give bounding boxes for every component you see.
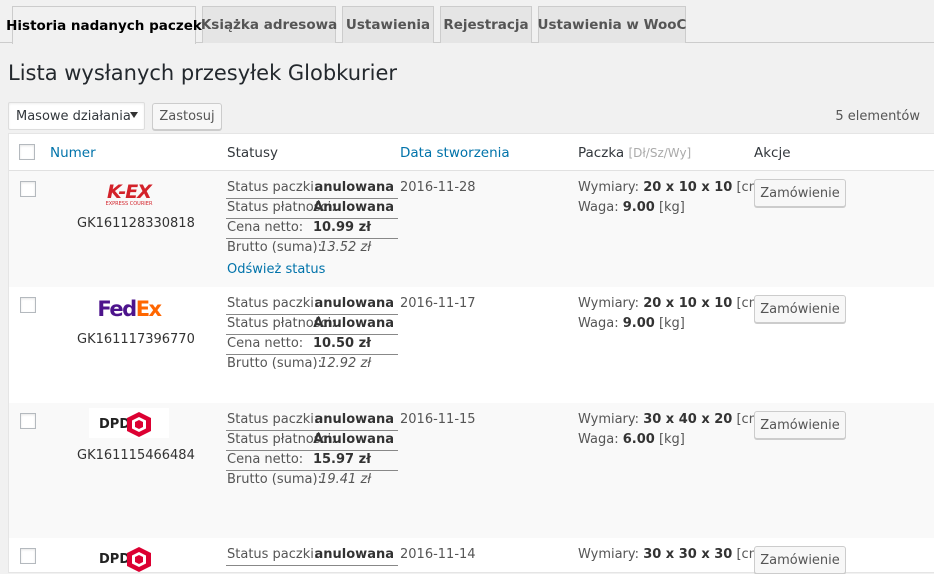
package-status: Status paczki: anulowana: [226, 179, 398, 199]
package-status: Status paczki: anulowana: [226, 411, 398, 431]
table-row: K-EX EXPRESS COURIER GK161128330818 Stat…: [9, 171, 934, 287]
gross-price: Brutto (suma): 13.52 zł: [227, 240, 371, 255]
column-package-label: Paczka: [578, 145, 625, 161]
net-price: Cena netto: 10.99 zł: [226, 219, 398, 239]
package-weight: Waga: 6.00 [kg]: [578, 432, 685, 447]
package-dimensions: Wymiary: 20 x 10 x 10 [cm]: [578, 180, 767, 195]
bulk-actions-select[interactable]: Masowe działania: [8, 102, 145, 130]
net-price: Cena netto: 10.50 zł: [226, 335, 398, 355]
shipments-table: Numer Statusy Data stworzenia Paczka [Dł…: [8, 133, 934, 574]
table-row: FedEx GK161117396770 Status paczki: anulo…: [9, 287, 934, 403]
apply-button[interactable]: Zastosuj: [152, 103, 222, 130]
payment-status: Status płatności: Anulowana: [226, 315, 398, 335]
bulk-actions-value: Masowe działania: [16, 108, 131, 124]
row-checkbox[interactable]: [20, 413, 36, 429]
carrier-logo-dpd: DPD: [89, 408, 169, 438]
tab-registration[interactable]: Rejestracja: [440, 6, 532, 43]
carrier-logo-fedex: FedEx: [89, 295, 169, 323]
tab-woocommerce-settings[interactable]: Ustawienia w WooC: [538, 6, 686, 43]
carrier-logo-dpd: DPD: [89, 544, 169, 572]
carrier-logo-dpd-text: DPD: [99, 417, 130, 432]
gross-price: Brutto (suma): 12.92 zł: [227, 356, 371, 371]
table-row: DPD Status paczki: anulowana 2016-11-14 W…: [9, 538, 934, 574]
tracking-number: GK161117396770: [77, 332, 195, 347]
created-date: 2016-11-14: [400, 547, 476, 562]
tab-bar: Historia nadanych paczek Książka adresow…: [0, 0, 934, 44]
gross-price: Brutto (suma): 19.41 zł: [227, 472, 371, 487]
tracking-number: GK161128330818: [77, 216, 195, 231]
package-weight: Waga: 9.00 [kg]: [578, 200, 685, 215]
payment-status: Status płatności: Anulowana: [226, 199, 398, 219]
carrier-logo-kex-text: K-EX: [107, 181, 153, 203]
tracking-number: GK161115466484: [77, 448, 195, 463]
created-date: 2016-11-15: [400, 412, 476, 427]
package-dimensions: Wymiary: 30 x 40 x 20 [cm]: [578, 412, 767, 427]
payment-status: Status płatności: Anulowana: [226, 431, 398, 451]
select-all-checkbox[interactable]: [19, 144, 35, 160]
package-weight: Waga: 9.00 [kg]: [578, 316, 685, 331]
column-statuses: Statusy: [227, 145, 279, 161]
column-number[interactable]: Numer: [50, 145, 96, 161]
row-checkbox[interactable]: [20, 181, 36, 197]
order-button[interactable]: Zamówienie: [754, 295, 846, 323]
tab-shipment-history[interactable]: Historia nadanych paczek: [6, 6, 202, 44]
tab-address-book[interactable]: Książka adresowa: [201, 6, 337, 43]
carrier-logo-dpd-text: DPD: [99, 552, 130, 567]
refresh-status-link[interactable]: Odśwież status: [227, 262, 325, 277]
order-button[interactable]: Zamówienie: [754, 411, 846, 439]
row-checkbox[interactable]: [20, 548, 36, 564]
order-button[interactable]: Zamówienie: [754, 179, 846, 207]
package-dimensions: Wymiary: 30 x 30 x 30 [cm]: [578, 547, 767, 562]
chevron-down-icon: [130, 112, 138, 118]
items-count: 5 elementów: [835, 109, 920, 124]
column-package-hint: [Dł/Sz/Wy]: [628, 146, 692, 160]
order-button[interactable]: Zamówienie: [754, 546, 846, 574]
tab-settings[interactable]: Ustawienia: [342, 6, 434, 43]
table-row: DPD GK161115466484 Status paczki: anulowa…: [9, 403, 934, 538]
created-date: 2016-11-17: [400, 296, 476, 311]
package-status: Status paczki: anulowana: [226, 546, 398, 566]
column-actions: Akcje: [754, 145, 791, 161]
column-created-date[interactable]: Data stworzenia: [400, 145, 510, 161]
table-header: Numer Statusy Data stworzenia Paczka [Dł…: [9, 134, 934, 171]
carrier-logo-kex: K-EX EXPRESS COURIER: [89, 179, 169, 207]
package-status: Status paczki: anulowana: [226, 295, 398, 315]
net-price: Cena netto: 15.97 zł: [226, 451, 398, 471]
row-checkbox[interactable]: [20, 297, 36, 313]
carrier-logo-kex-tagline: EXPRESS COURIER: [106, 201, 153, 207]
package-dimensions: Wymiary: 20 x 10 x 10 [cm]: [578, 296, 767, 311]
created-date: 2016-11-28: [400, 180, 476, 195]
svg-text:FedEx: FedEx: [97, 297, 162, 321]
column-package: Paczka [Dł/Sz/Wy]: [578, 145, 691, 161]
page-title: Lista wysłanych przesyłek Globkurier: [8, 61, 398, 85]
